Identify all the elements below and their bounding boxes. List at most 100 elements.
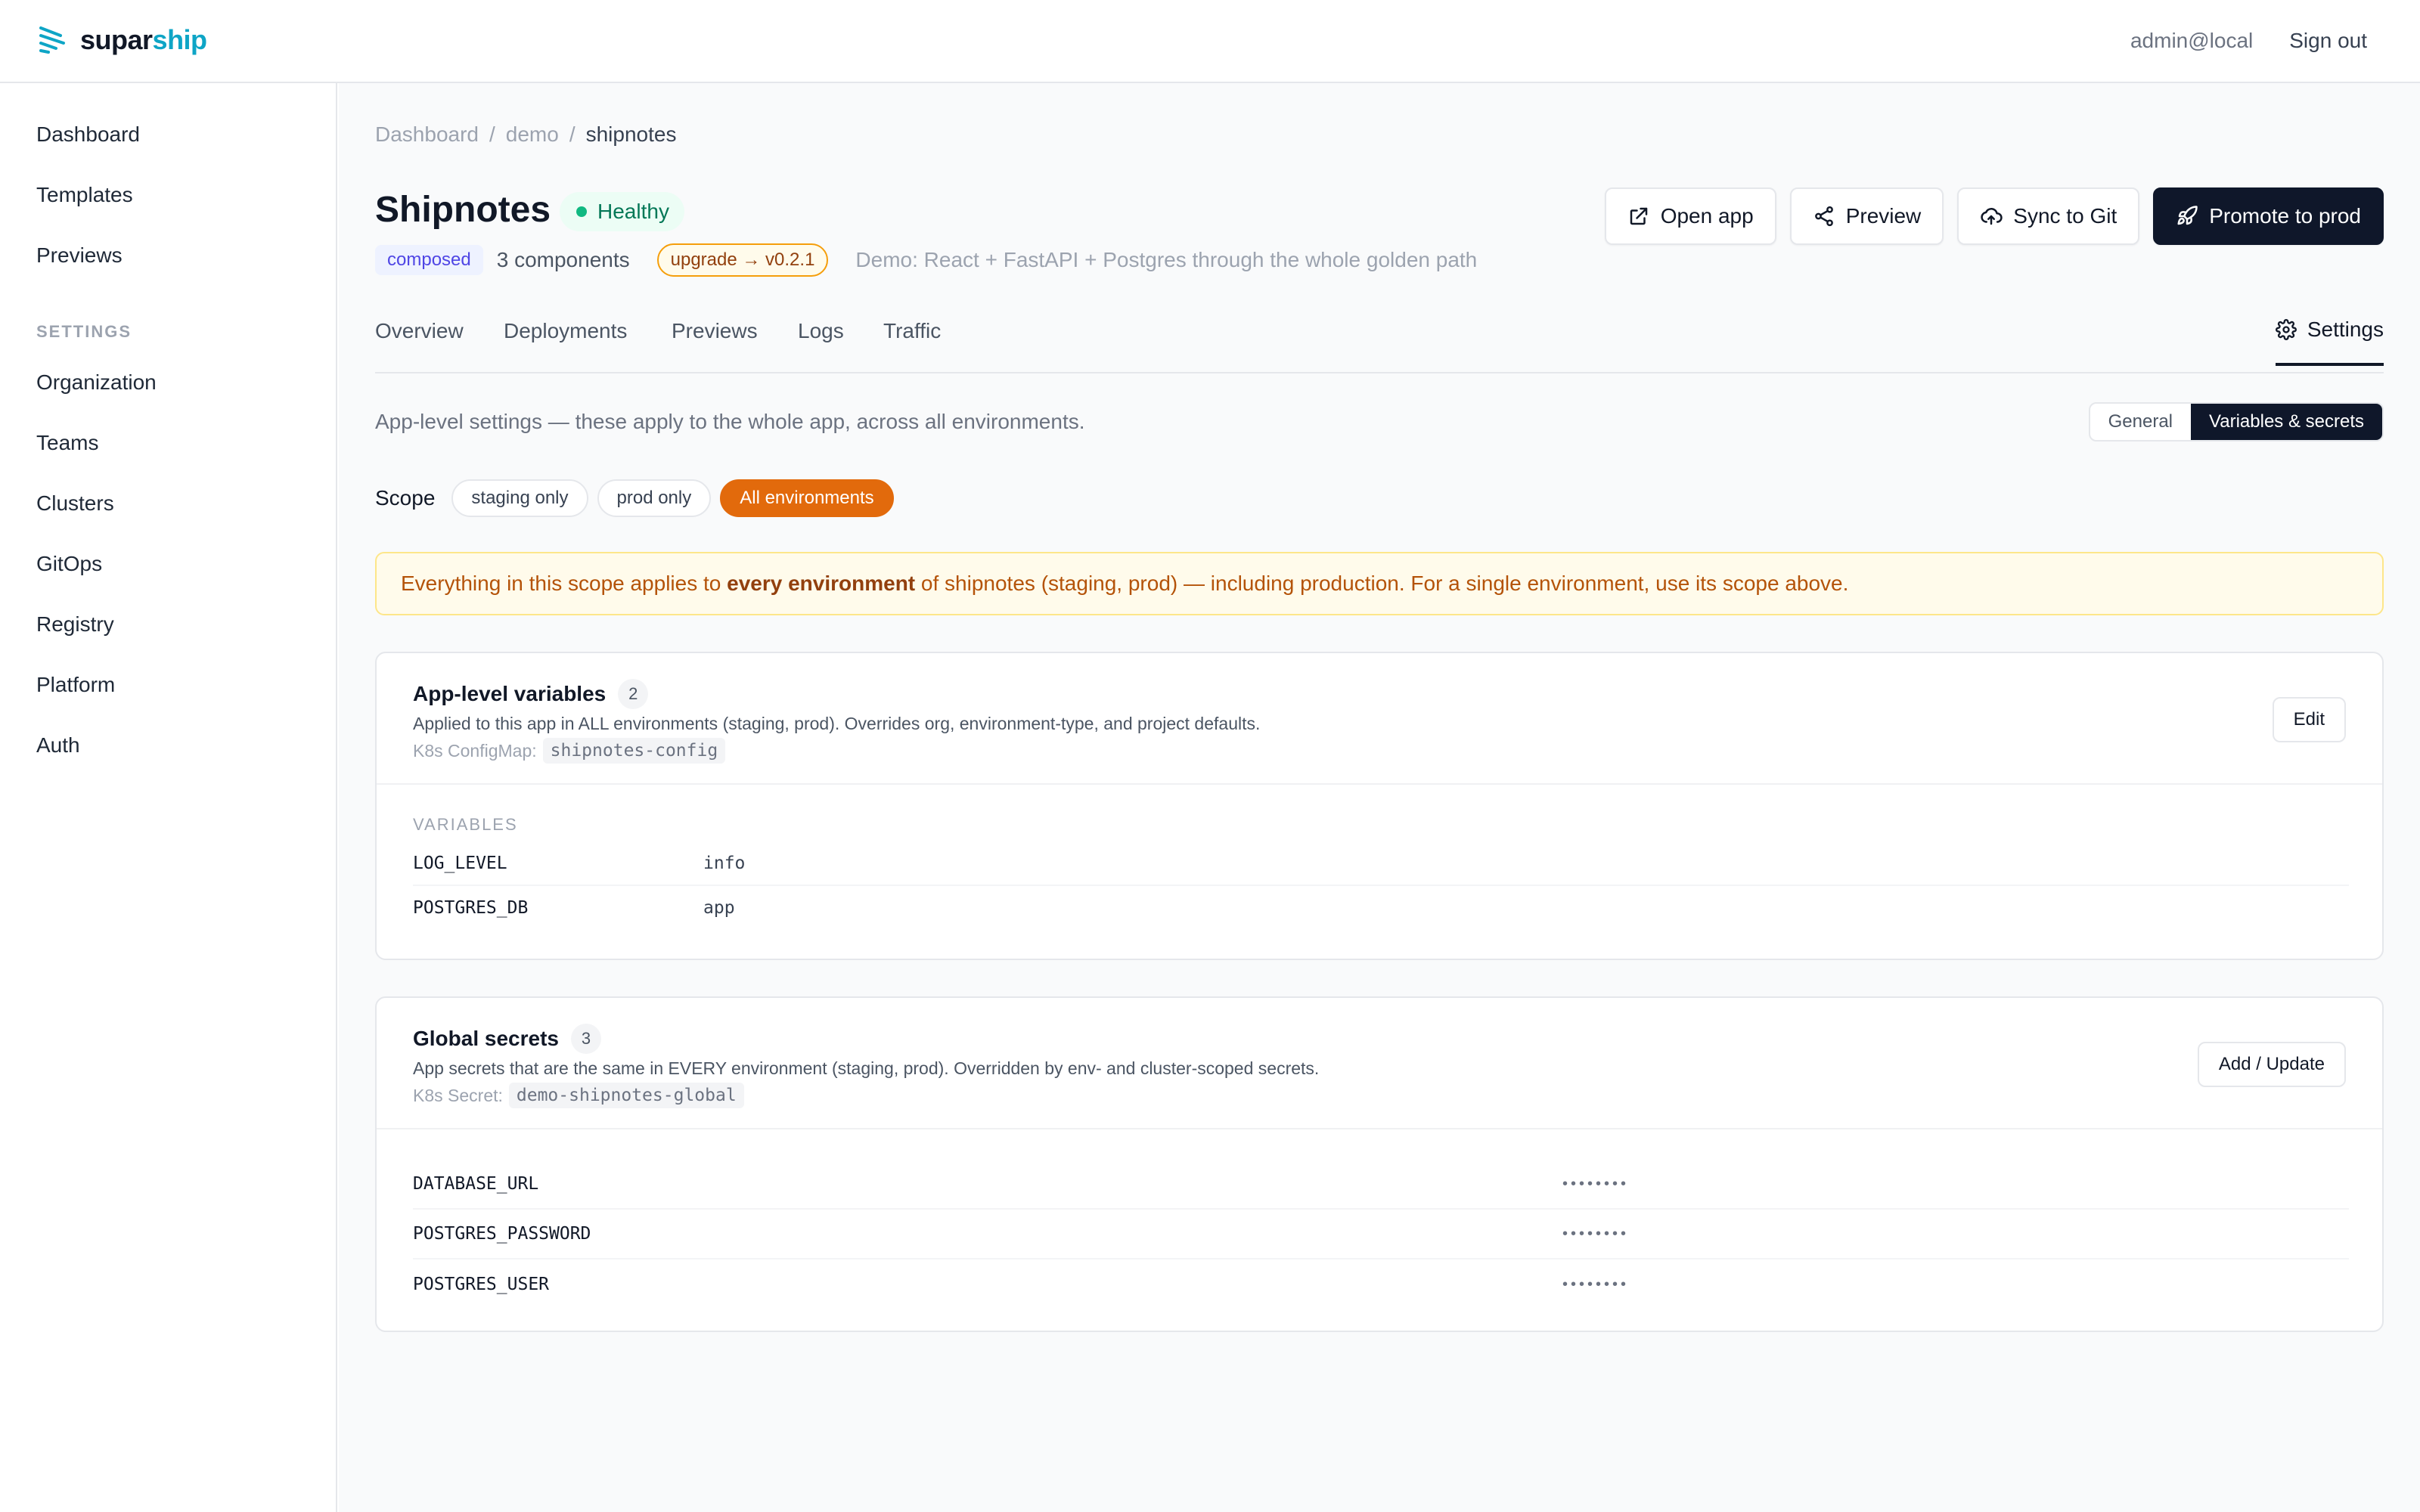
- sidebar-item-clusters[interactable]: Clusters: [36, 491, 114, 516]
- scope-prod-only[interactable]: prod only: [597, 479, 712, 517]
- share-icon: [1814, 206, 1833, 227]
- secret-label: K8s Secret:: [413, 1085, 503, 1105]
- settings-intro: App-level settings — these apply to the …: [375, 410, 1085, 433]
- segment-general[interactable]: General: [2090, 404, 2191, 440]
- brand-suffix: ship: [152, 24, 208, 55]
- configmap-reference: K8s ConfigMap: shipnotes-config: [413, 738, 726, 764]
- open-app-label: Open app: [1660, 204, 1754, 228]
- warning-text-post: of shipnotes (staging, prod) — including…: [915, 572, 1849, 595]
- preview-button[interactable]: Preview: [1789, 187, 1944, 245]
- secrets-title: Global secrets: [413, 1027, 559, 1050]
- sidebar-item-registry[interactable]: Registry: [36, 612, 114, 637]
- scope-selector: Scope staging only prod only All environ…: [375, 479, 894, 517]
- app-tabs: Overview Deployments Previews Logs Traff…: [375, 304, 2384, 373]
- brand-prefix: supar: [80, 24, 153, 55]
- secret-key: DATABASE_URL: [413, 1174, 539, 1194]
- secret-name: demo-shipnotes-global: [508, 1083, 744, 1108]
- segment-variables-secrets[interactable]: Variables & secrets: [2191, 404, 2382, 440]
- sidebar: Dashboard Templates Previews SETTINGS Or…: [0, 83, 337, 1512]
- sidebar-item-previews[interactable]: Previews: [36, 243, 123, 268]
- edit-variables-button[interactable]: Edit: [2272, 697, 2346, 742]
- sidebar-item-gitops[interactable]: GitOps: [36, 552, 102, 576]
- cloud-upload-icon: [1981, 207, 2003, 225]
- open-app-button[interactable]: Open app: [1604, 187, 1776, 245]
- variable-value: info: [703, 854, 746, 873]
- current-user: admin@local: [2130, 29, 2254, 52]
- scope-staging-only[interactable]: staging only: [451, 479, 588, 517]
- status-dot-icon: [576, 206, 587, 217]
- tab-traffic[interactable]: Traffic: [883, 319, 941, 343]
- rocket-icon: [2177, 206, 2198, 225]
- secrets-count-badge: 3: [570, 1024, 601, 1054]
- secret-reference: K8s Secret: demo-shipnotes-global: [413, 1083, 744, 1108]
- secrets-subtitle: App secrets that are the same in EVERY e…: [413, 1058, 1320, 1078]
- promote-to-prod-button[interactable]: Promote to prod: [2153, 187, 2384, 245]
- breadcrumb: Dashboard / demo / shipnotes: [375, 122, 676, 147]
- logo-icon: [39, 26, 65, 54]
- brand-name: suparship: [80, 24, 207, 56]
- card-title: Global secrets 3: [413, 1024, 601, 1054]
- sidebar-item-organization[interactable]: Organization: [36, 370, 157, 395]
- variables-subtitle: Applied to this app in ALL environments …: [413, 714, 1261, 733]
- preview-label: Preview: [1845, 204, 1922, 228]
- sign-out-link[interactable]: Sign out: [2289, 29, 2367, 53]
- tab-deployments[interactable]: Deployments: [504, 319, 627, 343]
- logo[interactable]: suparship: [38, 24, 207, 56]
- secret-masked-value: ••••••••: [1562, 1175, 1630, 1192]
- sidebar-item-dashboard[interactable]: Dashboard: [36, 122, 140, 147]
- breadcrumb-dashboard[interactable]: Dashboard: [375, 122, 479, 147]
- variables-section-label: VARIABLES: [413, 815, 518, 834]
- settings-segmented-control: General Variables & secrets: [2088, 402, 2384, 442]
- breadcrumb-demo[interactable]: demo: [506, 122, 559, 147]
- configmap-name: shipnotes-config: [542, 738, 726, 764]
- variable-row[interactable]: LOG_LEVEL info: [413, 842, 2349, 886]
- secret-row[interactable]: DATABASE_URL ••••••••: [413, 1160, 2349, 1210]
- promote-to-prod-label: Promote to prod: [2209, 204, 2361, 228]
- composed-tag: composed: [375, 245, 483, 275]
- sidebar-item-teams[interactable]: Teams: [36, 431, 98, 455]
- card-header: App-level variables 2 Applied to this ap…: [377, 653, 2382, 785]
- scope-all-environments[interactable]: All environments: [720, 479, 894, 517]
- top-bar: suparship admin@local Sign out: [0, 0, 2420, 83]
- sidebar-item-platform[interactable]: Platform: [36, 673, 115, 697]
- sidebar-settings-heading: SETTINGS: [36, 322, 132, 341]
- external-link-icon: [1630, 207, 1647, 225]
- sync-to-git-label: Sync to Git: [2013, 204, 2118, 228]
- upgrade-badge[interactable]: upgrade → v0.2.1: [656, 243, 829, 277]
- global-secrets-card: Global secrets 3 App secrets that are th…: [375, 996, 2384, 1332]
- variables-count-badge: 2: [618, 679, 649, 709]
- app-meta: composed 3 components upgrade → v0.2.1 D…: [375, 243, 1477, 277]
- scope-warning-banner: Everything in this scope applies to ever…: [375, 552, 2384, 615]
- breadcrumb-current: shipnotes: [585, 122, 677, 146]
- components-count: 3 components: [496, 248, 630, 271]
- secret-masked-value: ••••••••: [1562, 1275, 1630, 1293]
- add-update-secrets-button[interactable]: Add / Update: [2197, 1042, 2346, 1087]
- variable-value: app: [703, 898, 735, 918]
- secret-row[interactable]: POSTGRES_USER ••••••••: [413, 1259, 2349, 1309]
- breadcrumb-separator: /: [569, 122, 576, 146]
- tab-previews[interactable]: Previews: [672, 319, 758, 343]
- variable-key: LOG_LEVEL: [413, 854, 507, 873]
- variable-key: POSTGRES_DB: [413, 898, 529, 918]
- secret-key: POSTGRES_PASSWORD: [413, 1224, 591, 1244]
- main-content: Dashboard / demo / shipnotes Shipnotes H…: [339, 83, 2420, 1512]
- tab-settings-label: Settings: [2307, 318, 2384, 341]
- secret-masked-value: ••••••••: [1562, 1225, 1630, 1242]
- tab-logs[interactable]: Logs: [798, 319, 844, 343]
- variables-title: App-level variables: [413, 682, 607, 705]
- warning-text-pre: Everything in this scope applies to: [401, 572, 728, 595]
- scope-label: Scope: [375, 486, 436, 510]
- gear-icon: [2275, 319, 2297, 340]
- secret-key: POSTGRES_USER: [413, 1275, 550, 1294]
- action-bar: Open app Preview Sync to Git Promote to …: [1604, 187, 2384, 245]
- sidebar-item-templates[interactable]: Templates: [36, 183, 133, 207]
- breadcrumb-separator: /: [489, 122, 495, 146]
- tab-overview[interactable]: Overview: [375, 319, 464, 343]
- warning-text-bold: every environment: [727, 572, 916, 595]
- variable-row[interactable]: POSTGRES_DB app: [413, 886, 2349, 930]
- sidebar-item-auth[interactable]: Auth: [36, 733, 80, 758]
- card-title: App-level variables 2: [413, 679, 649, 709]
- tab-settings[interactable]: Settings: [2275, 318, 2384, 366]
- sync-to-git-button[interactable]: Sync to Git: [1957, 187, 2140, 245]
- secret-row[interactable]: POSTGRES_PASSWORD ••••••••: [413, 1210, 2349, 1259]
